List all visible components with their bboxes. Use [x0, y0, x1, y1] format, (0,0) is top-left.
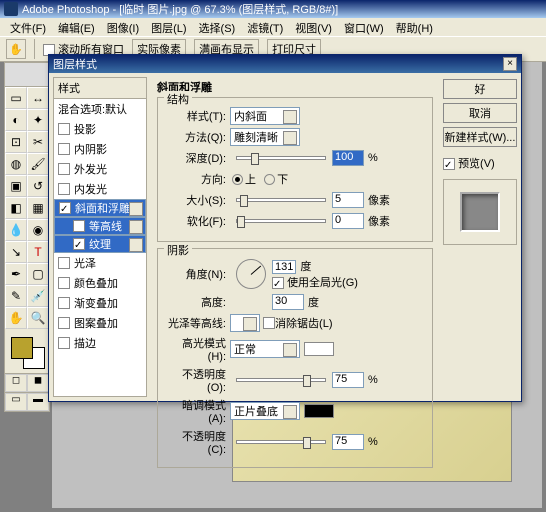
angle-input[interactable]: 131 — [272, 260, 296, 274]
bevel-panel: 斜面和浮雕 结构 样式(T):内斜面 方法(Q):雕刻清晰 深度(D):100%… — [151, 73, 439, 401]
structure-group: 结构 样式(T):内斜面 方法(Q):雕刻清晰 深度(D):100% 方向:上 … — [157, 97, 433, 242]
path-tool[interactable]: ↘ — [5, 241, 27, 263]
hi-opacity-slider[interactable] — [236, 378, 326, 382]
pen-tool[interactable]: ✒ — [5, 263, 27, 285]
dialog-titlebar[interactable]: 图层样式 × — [49, 55, 521, 73]
soften-input[interactable]: 0 — [332, 213, 364, 229]
style-select[interactable]: 内斜面 — [230, 107, 300, 125]
new-style-button[interactable]: 新建样式(W)... — [443, 127, 517, 147]
stamp-tool[interactable]: ▣ — [5, 175, 27, 197]
highlight-mode[interactable]: 正常 — [230, 340, 300, 358]
shadow-mode[interactable]: 正片叠底 — [230, 402, 300, 420]
hi-opacity-input[interactable]: 75 — [332, 372, 364, 388]
menu-window[interactable]: 窗口(W) — [338, 18, 390, 36]
sh-opacity-slider[interactable] — [236, 440, 326, 444]
notes-tool[interactable]: ✎ — [5, 285, 27, 307]
color-swatch[interactable] — [5, 333, 49, 373]
menu-select[interactable]: 选择(S) — [193, 18, 242, 36]
depth-slider[interactable] — [236, 156, 326, 160]
gloss-contour[interactable] — [230, 314, 260, 332]
style-satin[interactable]: 光泽 — [54, 253, 146, 273]
styles-header[interactable]: 样式 — [54, 78, 146, 99]
angle-dial[interactable] — [236, 259, 266, 289]
zoom-tool[interactable]: 🔍 — [27, 307, 49, 329]
size-slider[interactable] — [236, 198, 326, 202]
hand-tool[interactable]: ✋ — [5, 307, 27, 329]
hand-tool-icon[interactable]: ✋ — [6, 39, 26, 59]
dir-up-radio[interactable] — [232, 174, 243, 185]
type-tool[interactable]: T — [27, 241, 49, 263]
style-gradoverlay[interactable]: 渐变叠加 — [54, 293, 146, 313]
heal-tool[interactable]: ◍ — [5, 153, 27, 175]
preview-swatch — [460, 192, 500, 232]
marquee-tool[interactable]: ▭ — [5, 87, 27, 109]
menu-image[interactable]: 图像(I) — [101, 18, 145, 36]
style-dropshadow[interactable]: 投影 — [54, 119, 146, 139]
title-text: Adobe Photoshop - [临时 图片.jpg @ 67.3% (图层… — [22, 1, 338, 17]
blur-tool[interactable]: 💧 — [5, 219, 27, 241]
menu-layer[interactable]: 图层(L) — [145, 18, 192, 36]
style-contour[interactable]: 等高线 — [54, 217, 146, 235]
menu-filter[interactable]: 滤镜(T) — [241, 18, 289, 36]
style-stroke[interactable]: 描边 — [54, 333, 146, 353]
lasso-tool[interactable]: ◐ — [5, 109, 27, 131]
style-outerglow[interactable]: 外发光 — [54, 159, 146, 179]
menu-help[interactable]: 帮助(H) — [390, 18, 439, 36]
style-patoverlay[interactable]: 图案叠加 — [54, 313, 146, 333]
menu-edit[interactable]: 编辑(E) — [52, 18, 101, 36]
screen1[interactable]: ▭ — [5, 393, 27, 411]
antialias-checkbox[interactable] — [263, 317, 275, 329]
ok-button[interactable]: 好 — [443, 79, 517, 99]
eyedrop-tool[interactable]: 💉 — [27, 285, 49, 307]
dialog-title: 图层样式 — [53, 56, 97, 72]
app-icon — [4, 2, 18, 16]
styles-list: 样式 混合选项:默认 投影 内阴影 外发光 内发光 斜面和浮雕 等高线 纹理 光… — [53, 77, 147, 397]
altitude-input[interactable]: 30 — [272, 294, 304, 310]
blend-options[interactable]: 混合选项:默认 — [54, 99, 146, 119]
depth-input[interactable]: 100 — [332, 150, 364, 166]
dialog-buttons: 好 取消 新建样式(W)... 预览(V) — [439, 73, 521, 401]
style-innershadow[interactable]: 内阴影 — [54, 139, 146, 159]
shading-group: 阴影 角度(N):131度 使用全局光(G) 高度:30度 光泽等高线: 消除锯… — [157, 248, 433, 468]
toolbox: ▭↔ ◐✦ ⊡✂ ◍🖌 ▣↺ ◧▦ 💧◉ ↘T ✒▢ ✎💉 ✋🔍 ◻◼ ▭▬ — [4, 62, 50, 412]
soften-slider[interactable] — [236, 219, 326, 223]
global-light-checkbox[interactable] — [272, 277, 284, 289]
crop-tool[interactable]: ⊡ — [5, 131, 27, 153]
style-innerglow[interactable]: 内发光 — [54, 179, 146, 199]
history-tool[interactable]: ↺ — [27, 175, 49, 197]
layer-style-dialog: 图层样式 × 样式 混合选项:默认 投影 内阴影 外发光 内发光 斜面和浮雕 等… — [48, 54, 522, 402]
technique-select[interactable]: 雕刻清晰 — [230, 128, 300, 146]
app-titlebar: Adobe Photoshop - [临时 图片.jpg @ 67.3% (图层… — [0, 0, 546, 18]
dodge-tool[interactable]: ◉ — [27, 219, 49, 241]
shape-tool[interactable]: ▢ — [27, 263, 49, 285]
menu-file[interactable]: 文件(F) — [4, 18, 52, 36]
eraser-tool[interactable]: ◧ — [5, 197, 27, 219]
screen2[interactable]: ▬ — [27, 393, 49, 411]
preview-checkbox[interactable] — [443, 158, 455, 170]
sh-opacity-input[interactable]: 75 — [332, 434, 364, 450]
close-icon[interactable]: × — [503, 57, 517, 71]
style-bevel[interactable]: 斜面和浮雕 — [54, 199, 146, 217]
brush-tool[interactable]: 🖌 — [27, 153, 49, 175]
style-texture[interactable]: 纹理 — [54, 235, 146, 253]
size-input[interactable]: 5 — [332, 192, 364, 208]
qmask-mode[interactable]: ◼ — [27, 374, 49, 392]
brush-preview — [5, 63, 49, 87]
move-tool[interactable]: ↔ — [27, 87, 49, 109]
menubar: 文件(F) 编辑(E) 图像(I) 图层(L) 选择(S) 滤镜(T) 视图(V… — [0, 18, 546, 36]
wand-tool[interactable]: ✦ — [27, 109, 49, 131]
highlight-color[interactable] — [304, 342, 334, 356]
preview-box — [443, 179, 517, 245]
gradient-tool[interactable]: ▦ — [27, 197, 49, 219]
panel-title: 斜面和浮雕 — [157, 79, 433, 95]
cancel-button[interactable]: 取消 — [443, 103, 517, 123]
shadow-color[interactable] — [304, 404, 334, 418]
menu-view[interactable]: 视图(V) — [289, 18, 338, 36]
slice-tool[interactable]: ✂ — [27, 131, 49, 153]
dir-down-radio[interactable] — [264, 174, 275, 185]
style-coloroverlay[interactable]: 颜色叠加 — [54, 273, 146, 293]
std-mode[interactable]: ◻ — [5, 374, 27, 392]
